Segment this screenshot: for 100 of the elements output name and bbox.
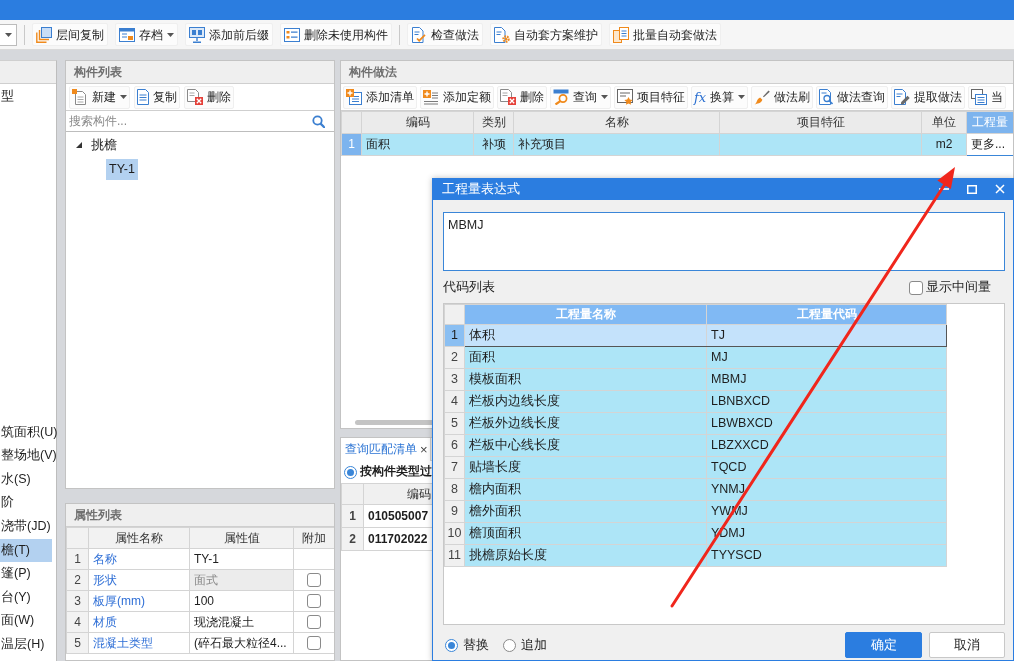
row-number[interactable]: 3 [444,368,465,391]
row-number[interactable]: 7 [444,456,465,479]
table-cell[interactable]: 栏板内边线长度 [464,390,707,413]
column-header[interactable]: 类别 [473,111,514,134]
radio-label[interactable]: 替换 [463,637,489,653]
search-icon[interactable] [312,114,325,128]
tree-item[interactable]: 面(W) [0,609,56,633]
tree-item[interactable]: 温层(H) [0,632,56,657]
panel-title: 构件列表 [74,64,122,80]
toolbar-button[interactable]: 层间复制 [32,23,108,46]
table-cell[interactable]: 栏板中心线长度 [464,434,707,457]
column-header[interactable]: 名称 [513,111,720,134]
property-name: 名称 [88,548,190,570]
tab[interactable]: 查询匹配清单 × [341,438,431,461]
table-cell[interactable]: 面积 [464,346,707,369]
property-value[interactable]: 100 [189,590,294,612]
dialog-button[interactable]: 取消 [929,632,1005,658]
checkbox[interactable] [307,615,321,630]
toolbar-button[interactable]: 复制 [134,85,180,109]
toolbar-button[interactable]: 删除 [184,85,234,109]
tree-item[interactable]: 阶 [0,491,56,515]
toolbar-button[interactable]: 删除 [497,85,547,109]
table-cell[interactable]: 体积 [464,324,707,347]
maximize-icon[interactable] [967,184,977,194]
row-number: 2 [341,527,364,551]
toolbar-button[interactable]: 提取做法 [891,85,966,109]
property-value[interactable]: TY-1 [189,548,294,570]
toolbar-button[interactable]: 添加前后缀 [185,23,273,46]
tree-item[interactable]: 型 [0,85,56,109]
column-header[interactable]: 附加 [293,527,334,549]
tree-item[interactable]: 檐(T) [0,538,52,563]
dropdown-field[interactable] [0,23,17,46]
toolbar-button[interactable]: 存档 [115,23,178,46]
column-header[interactable]: 属性值 [189,527,294,549]
row-number[interactable]: 11 [444,544,465,567]
checkbox[interactable] [307,636,321,651]
table-cell[interactable]: 檐内面积 [464,478,707,501]
table-cell[interactable]: 檐顶面积 [464,522,707,545]
row-number[interactable]: 9 [444,500,465,523]
row-number[interactable]: 6 [444,434,465,457]
table-cell[interactable]: 贴墙长度 [464,456,707,479]
row-number[interactable]: 2 [444,346,465,369]
windows-icon [971,89,988,105]
radio-button[interactable] [445,638,458,652]
column-header[interactable]: 属性名称 [88,527,190,549]
document-icon [137,89,149,105]
toolbar-button[interactable]: 新建 [69,85,130,109]
toolbar-button[interactable]: fx 换算 [691,85,749,109]
table-cell[interactable]: 模板面积 [464,368,707,391]
property-name: 板厚(mm) [88,590,190,612]
tree-item[interactable]: TY-1 [106,158,138,180]
tree-item[interactable]: 挑檐 [88,134,120,156]
toolbar-button[interactable]: 检查做法 [407,23,483,46]
toolbar-button[interactable]: 删除未使用构件 [280,23,392,46]
row-number: 3 [66,590,89,612]
tree-item[interactable]: 整场地(V) [0,444,56,468]
toolbar-button[interactable]: 当 [968,85,1007,109]
tree-item[interactable]: 浇带(JD) [0,514,56,539]
row-number[interactable]: 10 [444,522,465,545]
row-number[interactable]: 1 [444,324,465,347]
table-cell[interactable]: TYYSCD [706,544,947,567]
toolbar-button[interactable]: 做法查询 [816,85,889,109]
checkbox[interactable] [909,280,923,295]
table-cell[interactable]: 檐外面积 [464,500,707,523]
toolbar-button[interactable]: 自动套方案维护 [490,23,602,46]
radio-label[interactable]: 追加 [521,637,547,653]
window-icon [119,26,135,43]
radio-button[interactable] [503,638,516,652]
column-header[interactable]: 编码 [361,111,474,134]
toolbar-button[interactable]: 做法刷 [751,85,814,109]
stacked-squares-icon [36,26,52,43]
close-icon[interactable] [995,184,1005,194]
tree-item[interactable]: 筑面积(U) [0,420,56,445]
checkbox[interactable] [307,594,321,609]
close-button[interactable]: × [420,443,428,456]
toolbar-button[interactable]: 添加清单 [343,85,417,109]
row-number[interactable]: 4 [444,390,465,413]
tree-item[interactable]: 水(S) [0,467,56,492]
expanded-triangle-icon[interactable] [76,142,82,148]
column-header[interactable]: 单位 [921,111,967,134]
radio-label[interactable]: 按构件类型过 [360,465,432,479]
property-value[interactable]: 现浇混凝土 [189,611,294,633]
checkbox-label[interactable]: 显示中间量 [926,280,991,295]
tree-item[interactable]: 台(Y) [0,585,56,610]
toolbar-button[interactable]: 查询 [550,85,611,109]
minimize-icon[interactable] [939,188,949,190]
radio-button[interactable] [344,465,357,479]
row-number[interactable]: 8 [444,478,465,501]
toolbar-button[interactable]: 项目特征 [614,85,688,109]
property-value[interactable]: (碎石最大粒径4... [189,632,294,654]
table-cell[interactable]: 栏板外边线长度 [464,412,707,435]
toolbar-button[interactable]: 批量自动套做法 [609,23,721,46]
checkbox[interactable] [307,573,321,588]
tree-item[interactable]: 篷(P) [0,562,56,586]
toolbar-button[interactable]: 添加定额 [420,85,494,109]
expression-field[interactable]: MBMJ [443,212,1005,271]
dialog-button[interactable]: 确定 [845,632,922,658]
row-number: 1 [341,504,364,528]
column-header[interactable]: 项目特征 [719,111,922,134]
row-number[interactable]: 5 [444,412,465,435]
